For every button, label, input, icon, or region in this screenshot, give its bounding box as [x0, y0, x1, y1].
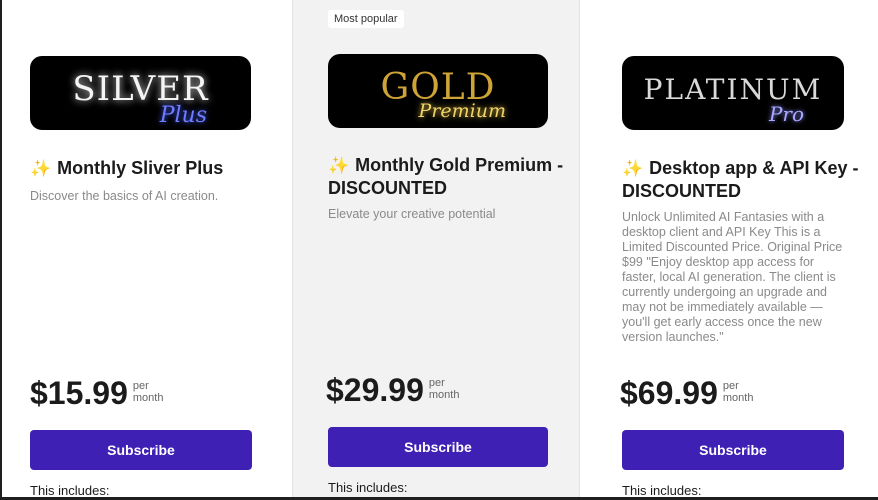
plan-title-text: Monthly Sliver Plus — [57, 158, 224, 178]
plan-title-text: Monthly Gold Premium -DISCOUNTED — [328, 155, 564, 198]
price-amount: $69.99 — [620, 375, 718, 411]
plan-banner-platinum: PLATINUM Pro — [622, 56, 844, 130]
price-period: per month — [722, 380, 754, 404]
plan-price: $29.99 per month — [326, 372, 459, 408]
plan-card-silver: SILVER Plus ✨ Monthly Sliver Plus Discove… — [2, 0, 292, 498]
price-period: per month — [132, 380, 164, 404]
banner-subtitle: Plus — [159, 103, 207, 128]
sparkles-icon: ✨ — [622, 159, 644, 178]
sparkles-icon: ✨ — [328, 156, 350, 175]
plan-title: ✨ Monthly Sliver Plus — [30, 157, 280, 180]
subscribe-button[interactable]: Subscribe — [622, 430, 844, 470]
plan-banner-gold: GOLD Premium — [328, 54, 548, 128]
plan-card-platinum: PLATINUM Pro ✨ Desktop app & API Key -DIS… — [580, 0, 878, 498]
plan-title: ✨ Desktop app & API Key -DISCOUNTED — [622, 157, 862, 202]
includes-label: This includes: — [622, 483, 702, 498]
plan-title-text: Desktop app & API Key -DISCOUNTED — [622, 158, 859, 201]
sparkles-icon: ✨ — [30, 159, 52, 178]
plan-description: Elevate your creative potential — [328, 207, 496, 221]
plan-price: $15.99 per month — [30, 375, 163, 411]
plan-description: Unlock Unlimited AI Fantasies with a des… — [622, 210, 843, 344]
price-amount: $29.99 — [326, 372, 424, 408]
plan-description: Discover the basics of AI creation. — [30, 189, 219, 203]
banner-title: PLATINUM — [643, 72, 823, 106]
includes-label: This includes: — [30, 483, 110, 498]
plan-price: $69.99 per month — [620, 375, 753, 411]
subscribe-button[interactable]: Subscribe — [30, 430, 252, 470]
price-amount: $15.99 — [30, 375, 128, 411]
plan-card-gold: Most popular GOLD Premium ✨ Monthly Gold … — [292, 0, 580, 497]
banner-subtitle: Pro — [768, 102, 804, 126]
plan-title: ✨ Monthly Gold Premium -DISCOUNTED — [328, 154, 568, 199]
price-period: per month — [428, 377, 460, 401]
banner-subtitle: Premium — [418, 100, 506, 122]
includes-label: This includes: — [328, 480, 408, 495]
plan-banner-silver: SILVER Plus — [30, 56, 251, 130]
most-popular-badge: Most popular — [328, 10, 404, 28]
subscribe-button[interactable]: Subscribe — [328, 427, 548, 467]
